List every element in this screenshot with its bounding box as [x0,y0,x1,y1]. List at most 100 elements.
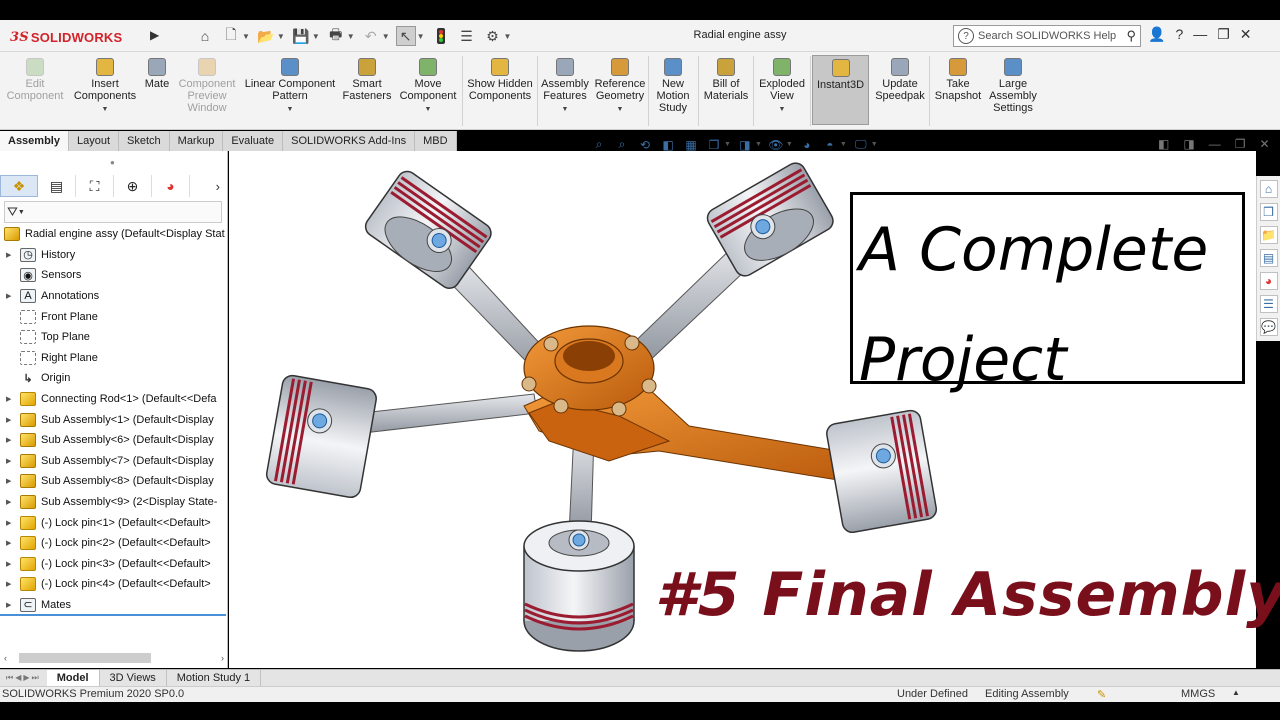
insert-components-button[interactable]: Insert Components ▼ [70,58,140,116]
forum-icon[interactable]: 💬 [1259,318,1278,336]
chevron-down-icon[interactable]: ▼ [538,104,592,116]
tree-item[interactable]: ◉ Sensors [0,265,228,286]
model-tab-model[interactable]: Model [46,670,100,686]
tree-item[interactable]: Front Plane [0,306,228,327]
configuration-manager-tab-icon[interactable]: ⛶ [76,175,114,197]
update-speedpak-button[interactable]: Update Speedpak [872,58,928,102]
chevron-down-icon[interactable]: ▼ [18,209,25,216]
custom-properties-icon[interactable]: ☰ [1259,295,1278,313]
tree-item[interactable]: ▶ Sub Assembly<9> (2<Display State- [0,492,228,513]
tab-solidworks-add-ins[interactable]: SOLIDWORKS Add-Ins [283,131,416,151]
rebuild-status-icon[interactable]: ✎ [1097,688,1106,701]
expand-arrow-icon[interactable]: ▶ [6,498,16,506]
search-icon[interactable]: ⚲ [1126,28,1136,44]
expand-arrow-icon[interactable]: ▶ [6,292,16,300]
options-gear-icon[interactable]: ⚙ [483,26,503,46]
prev-tab-icon[interactable]: ◀ [15,673,21,683]
minimize-icon[interactable]: — [1193,26,1207,43]
chevron-down-icon[interactable]: ▼ [504,32,512,41]
expand-arrow-icon[interactable]: ▶ [6,395,16,403]
scroll-thumb[interactable] [19,653,151,663]
next-tab-icon[interactable]: ▶ [23,673,29,683]
linear-pattern-button[interactable]: Linear Component Pattern ▼ [240,58,340,116]
tab-markup[interactable]: Markup [169,131,224,151]
expand-arrow-icon[interactable]: ▶ [6,477,16,485]
panel-grip-icon[interactable]: ● [110,158,115,167]
status-units[interactable]: MMGS [1181,688,1215,700]
user-icon[interactable]: 👤 [1148,26,1165,43]
solidworks-logo[interactable]: 3S SOLIDWORKS [10,26,122,48]
first-tab-icon[interactable]: ⏮ [6,673,13,683]
menu-expand-icon[interactable]: ▶ [150,28,159,42]
tree-item[interactable]: ▶ Connecting Rod<1> (Default<<Defa [0,389,228,410]
dimxpert-tab-icon[interactable]: ⊕ [114,175,152,197]
design-library-icon[interactable]: ❒ [1259,203,1278,221]
tile-left-icon[interactable]: ◧ [1158,137,1169,151]
tab-evaluate[interactable]: Evaluate [223,131,284,151]
tree-item[interactable]: ▶ (-) Lock pin<2> (Default<<Default> [0,533,228,554]
solidworks-resources-icon[interactable]: ⌂ [1259,180,1278,198]
doc-minimize-icon[interactable]: — [1209,137,1221,151]
take-snapshot-button[interactable]: Take Snapshot [931,58,985,102]
component-preview-button[interactable]: Component Preview Window [174,58,240,114]
view-palette-icon[interactable]: ▤ [1259,249,1278,267]
horizontal-scrollbar[interactable]: ‹ › [4,651,224,665]
move-component-button[interactable]: Move Component ▼ [394,58,462,116]
expand-arrow-icon[interactable]: ▶ [6,416,16,424]
tree-item[interactable]: ▶ ◷ History [0,245,228,266]
large-assembly-button[interactable]: Large Assembly Settings [985,58,1041,114]
close-icon[interactable]: ✕ [1240,26,1252,43]
model-tab-motion-study-1[interactable]: Motion Study 1 [167,670,262,686]
tree-item[interactable]: ▶ ⊂ Mates [0,595,228,616]
expand-arrow-icon[interactable]: ▶ [6,601,16,609]
rebuild-traffic-light-icon[interactable] [431,26,451,46]
exploded-view-button[interactable]: Exploded View ▼ [755,58,809,116]
tree-item[interactable]: ↳ Origin [0,368,228,389]
instant3d-button[interactable]: Instant3D [812,55,869,125]
tree-item[interactable]: ▶ (-) Lock pin<3> (Default<<Default> [0,554,228,575]
open-folder-icon[interactable]: 📂 [256,26,276,46]
expand-arrow-icon[interactable]: ▶ [6,560,16,568]
chevron-down-icon[interactable]: ▼ [724,141,731,148]
expand-arrow-icon[interactable]: ▶ [6,580,16,588]
tab-mbd[interactable]: MBD [415,131,457,151]
chevron-down-icon[interactable]: ▼ [277,32,285,41]
reference-geometry-button[interactable]: Reference Geometry ▼ [592,58,648,116]
expand-arrow-icon[interactable]: ▶ [6,457,16,465]
expand-arrow-icon[interactable]: ▶ [6,539,16,547]
bill-of-materials-button[interactable]: Bill of Materials [700,58,752,102]
display-manager-tab-icon[interactable]: ◕ [152,175,190,197]
tree-item[interactable]: ▶ A Annotations [0,286,228,307]
chevron-down-icon[interactable]: ▼ [240,104,340,116]
expand-arrow-icon[interactable]: ▶ [6,251,16,259]
chevron-down-icon[interactable]: ▼ [242,32,250,41]
doc-restore-icon[interactable]: ❐ [1235,137,1246,151]
tree-item[interactable]: Right Plane [0,348,228,369]
mate-button[interactable]: Mate [140,58,174,90]
appearances-icon[interactable]: ◕ [1259,272,1278,290]
chevron-down-icon[interactable]: ▼ [755,141,762,148]
help-search-input[interactable]: ? Search SOLIDWORKS Help ⚲ [953,25,1141,47]
last-tab-icon[interactable]: ⏭ [32,673,39,683]
tree-item[interactable]: ▶ Sub Assembly<1> (Default<Display [0,409,228,430]
doc-close-icon[interactable]: ✕ [1259,137,1269,151]
chevron-down-icon[interactable]: ▼ [840,141,847,148]
show-hidden-button[interactable]: Show Hidden Components [463,58,537,102]
tab-layout[interactable]: Layout [68,131,120,151]
file-properties-icon[interactable]: ☰ [457,26,477,46]
filter-funnel-icon[interactable]: ⛛ [7,204,18,220]
tree-item[interactable]: ▶ Sub Assembly<7> (Default<Display [0,451,228,472]
property-manager-tab-icon[interactable]: ▤ [38,175,76,197]
tab-sketch[interactable]: Sketch [119,131,170,151]
tree-root-assembly[interactable]: Radial engine assy (Default<Display Stat [0,224,228,245]
tab-assembly[interactable]: Assembly [0,131,69,151]
chevron-down-icon[interactable]: ▼ [417,32,425,41]
home-icon[interactable]: ⌂ [195,26,215,46]
chevron-down-icon[interactable]: ▼ [312,32,320,41]
new-document-icon[interactable]: 🗋 [221,26,241,46]
expand-arrow-icon[interactable]: ▶ [6,436,16,444]
assembly-features-button[interactable]: Assembly Features ▼ [538,58,592,116]
tree-item[interactable]: ▶ (-) Lock pin<4> (Default<<Default> [0,574,228,595]
tree-rollback-bar[interactable] [0,614,226,616]
chevron-down-icon[interactable]: ▼ [755,104,809,116]
